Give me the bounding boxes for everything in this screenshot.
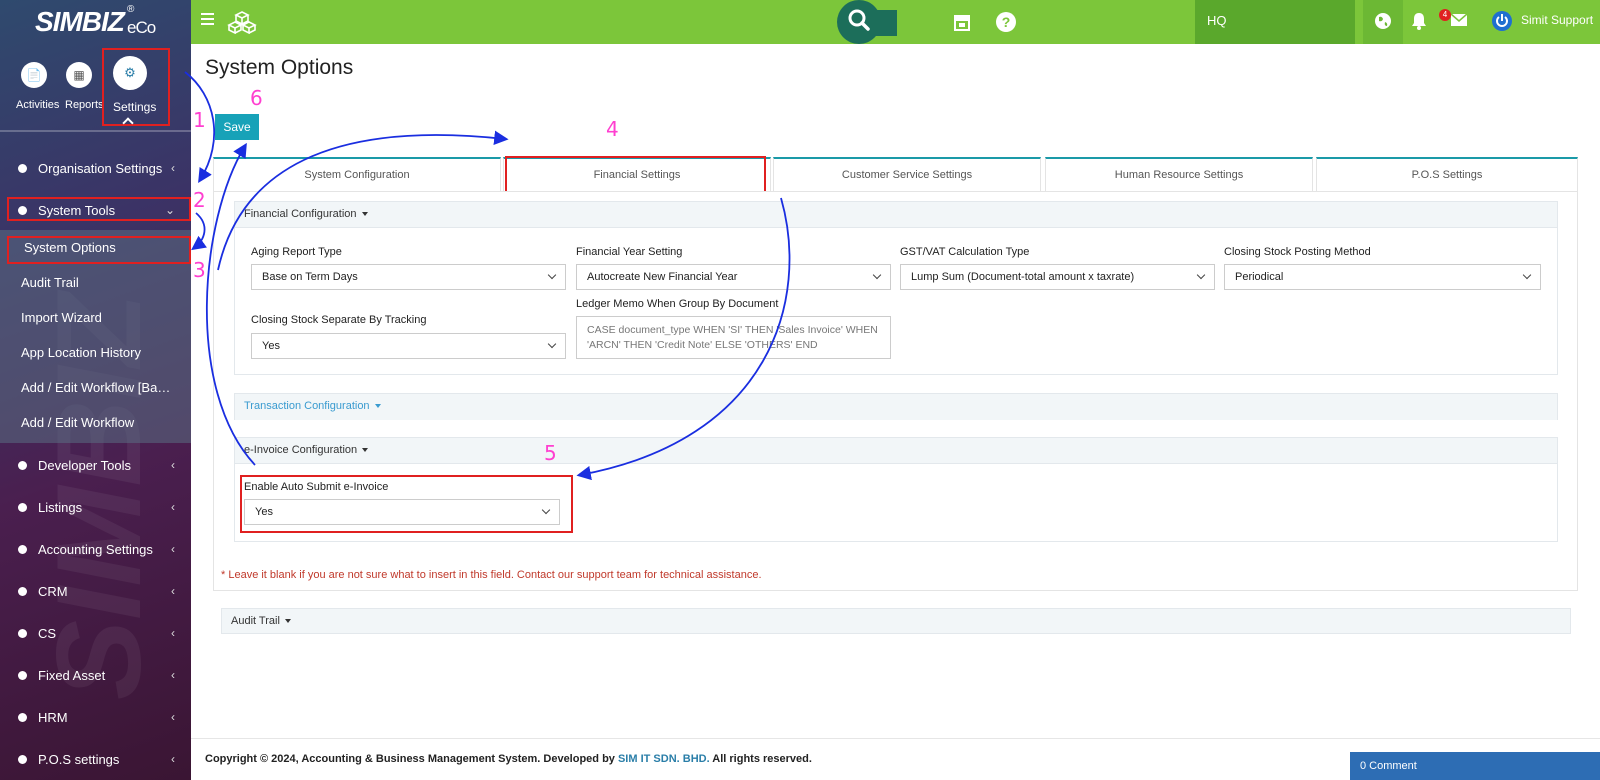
annotation-6: 6 — [250, 86, 263, 110]
app: SIMBIZ SIMBIZ ® eCo 📄 Activities ▦ Repor… — [0, 0, 1600, 780]
annotation-5: 5 — [544, 441, 557, 465]
annotation-1: 1 — [193, 108, 206, 132]
annotation-4: 4 — [606, 117, 619, 141]
annotation-3: 3 — [193, 258, 206, 282]
annotation-2: 2 — [193, 188, 206, 212]
annotation-arrows — [184, 71, 791, 481]
